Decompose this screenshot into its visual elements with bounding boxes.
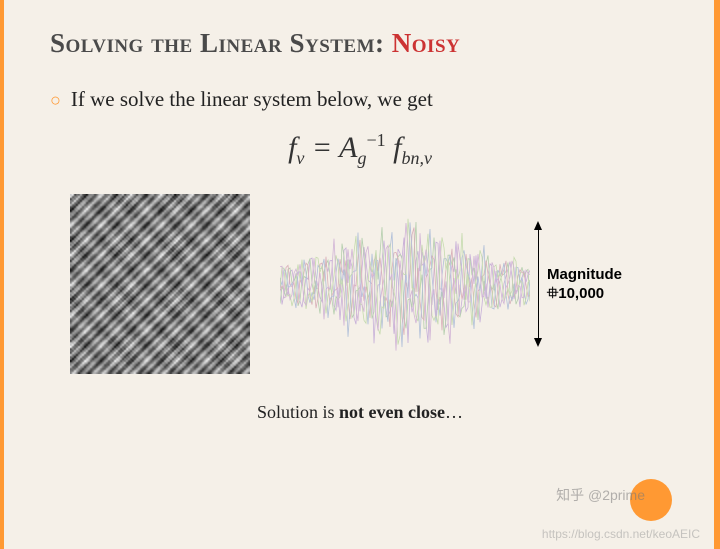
eq-rhs-base: f: [386, 131, 402, 164]
magnitude-title: Magnitude: [547, 265, 622, 285]
caption-strong: not even close: [339, 402, 445, 422]
watermark-zhihu: 知乎 @2prime: [556, 485, 645, 505]
watermark-csdn: https://blog.csdn.net/keoAEIC: [542, 527, 700, 541]
magnitude-value: ⯐10,000: [547, 284, 622, 304]
accent-bar-right: [714, 0, 720, 549]
wave-plot: [280, 209, 530, 359]
wave-area: Magnitude ⯐10,000: [280, 209, 622, 359]
bullet-row: ○ If we solve the linear system below, w…: [50, 87, 670, 112]
bullet-text: If we solve the linear system below, we …: [71, 87, 433, 112]
caption-post: …: [445, 402, 463, 422]
equation: fv = Ag−1 fbn,v: [50, 130, 670, 169]
eq-sign: =: [304, 131, 339, 164]
title-accent: Noisy: [392, 28, 460, 58]
magnitude-label: Magnitude ⯐10,000: [547, 265, 622, 304]
slide-content: Solving the Linear System: Noisy ○ If we…: [0, 0, 720, 443]
accent-bar-left: [0, 0, 4, 549]
noise-pattern-image: [70, 194, 250, 374]
eq-A-sub: g: [357, 148, 366, 168]
slide-title: Solving the Linear System: Noisy: [50, 28, 670, 59]
figure-row: Magnitude ⯐10,000: [50, 194, 670, 374]
eq-A-sup: −1: [366, 130, 385, 150]
title-main: Solving the Linear System:: [50, 28, 392, 58]
eq-rhs-sub: bn,v: [401, 148, 432, 168]
bullet-icon: ○: [50, 91, 61, 109]
eq-A: A: [339, 131, 357, 164]
magnitude-arrow: [538, 229, 539, 339]
caption: Solution is not even close…: [50, 402, 670, 423]
caption-pre: Solution is: [257, 402, 339, 422]
